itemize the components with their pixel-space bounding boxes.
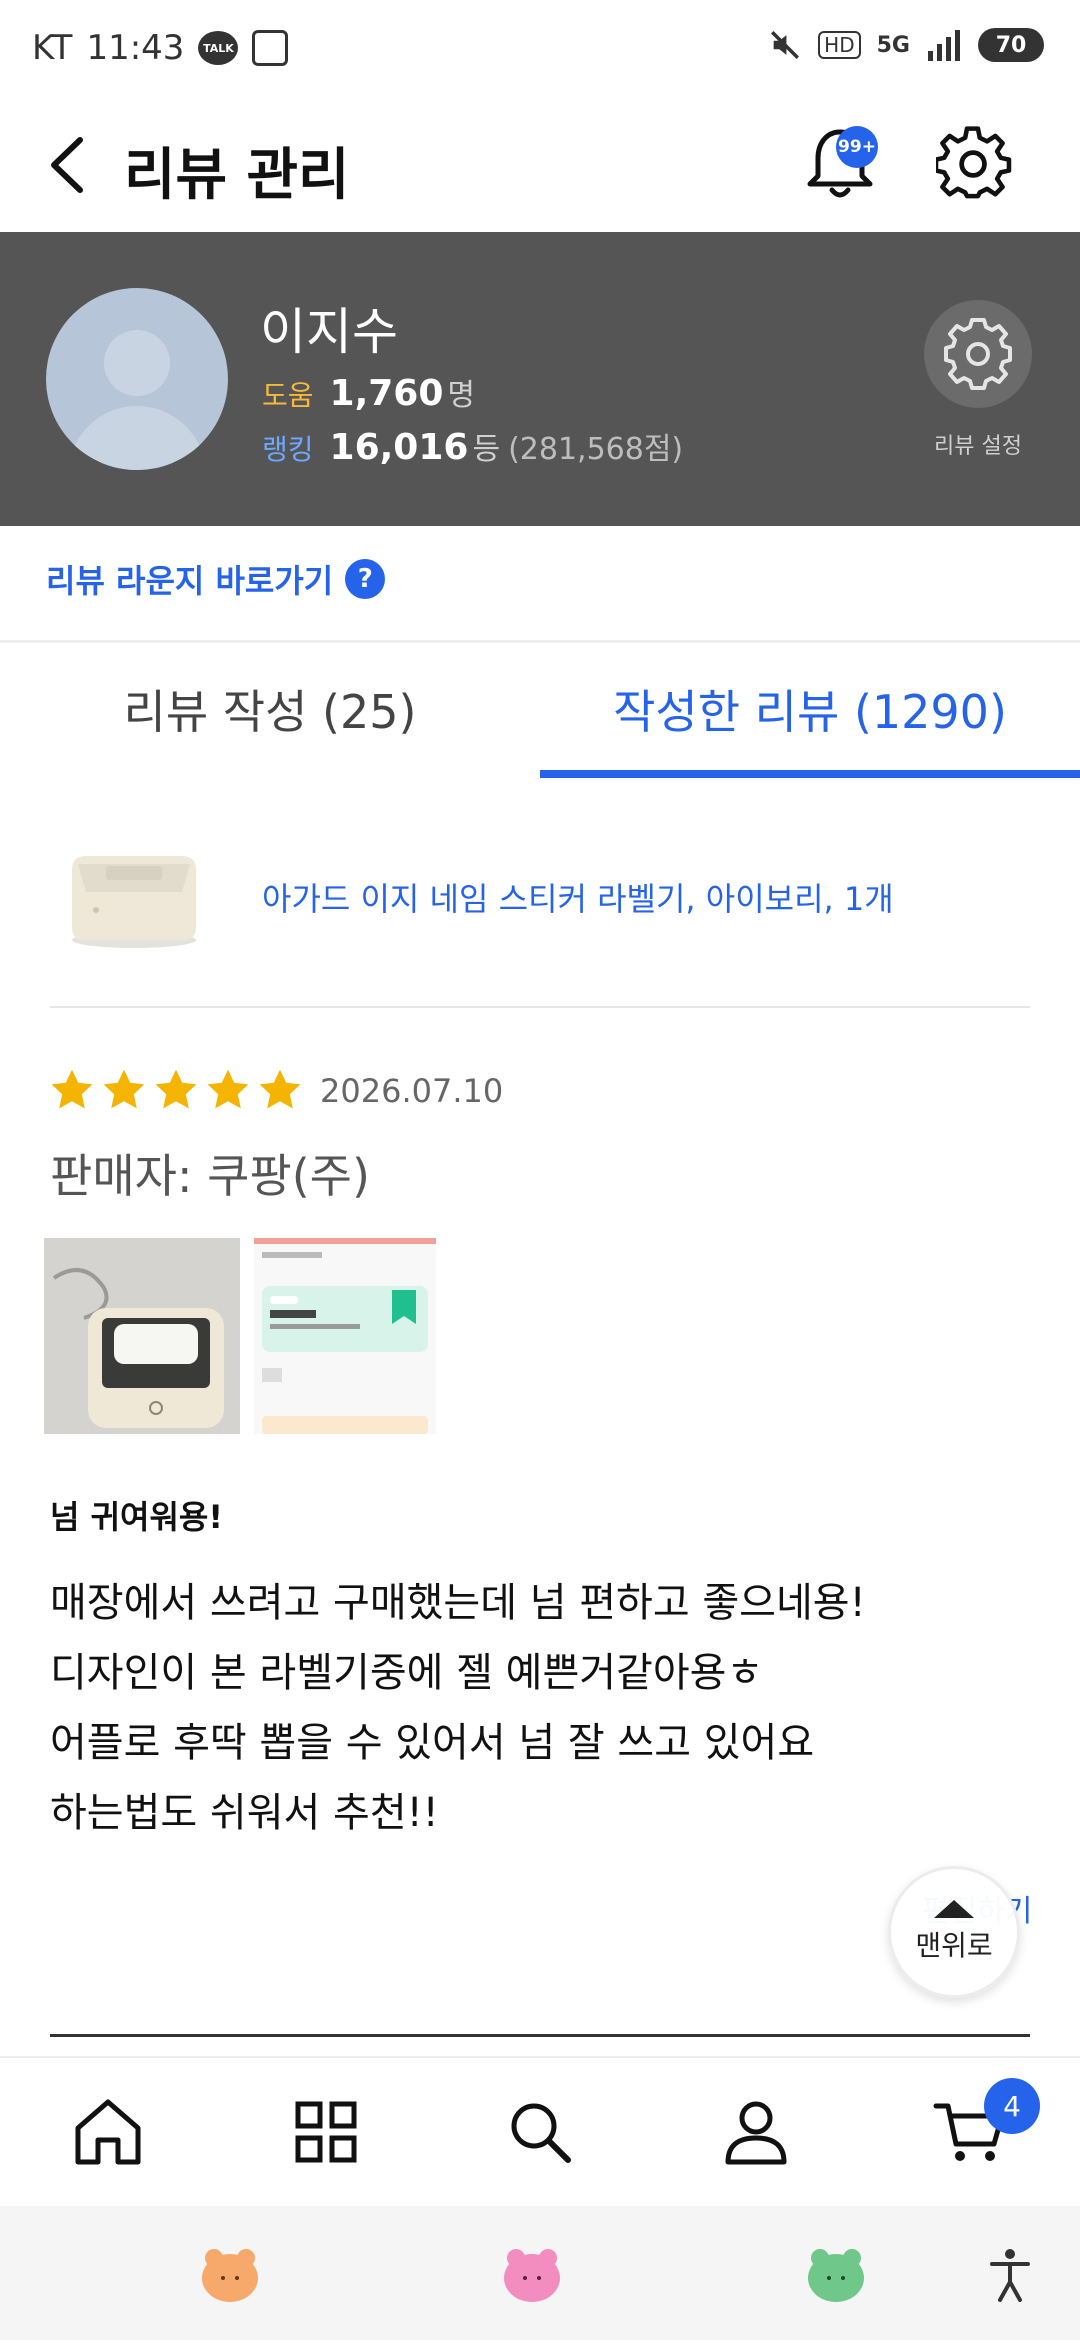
rank-value: 16,016 xyxy=(329,427,469,468)
review-end-divider xyxy=(50,2034,1030,2037)
hd-icon: HD xyxy=(818,31,861,59)
tab-written-reviews[interactable]: 작성한 리뷰 (1290) xyxy=(540,676,1080,742)
help-unit: 명 xyxy=(447,378,476,413)
help-question-icon[interactable]: ? xyxy=(345,559,386,599)
active-tab-indicator xyxy=(540,770,1080,778)
review-photo[interactable] xyxy=(254,1238,436,1434)
status-bar: KT 11:43 TALK HD 5G 70 xyxy=(0,0,1080,100)
clock-text: 11:43 xyxy=(86,28,185,68)
review-lounge-label[interactable]: 리뷰 라운지 바로가기 xyxy=(46,556,333,602)
avatar-body-shape xyxy=(68,406,206,470)
section-divider xyxy=(0,640,1080,643)
review-settings-label: 리뷰 설정 xyxy=(934,434,1022,459)
review-body-line: 디자인이 본 라벨기중에 젤 예쁜거같아용ㅎ xyxy=(50,1650,764,1696)
product-divider xyxy=(50,1006,1030,1008)
review-body: 매장에서 쓰려고 구매했는데 넘 편하고 좋으네용! 디자인이 본 라벨기중에 … xyxy=(50,1568,1010,1848)
star-icon xyxy=(51,1069,93,1109)
status-right: HD 5G 70 xyxy=(768,28,1044,62)
rank-label: 랭킹 xyxy=(262,433,314,466)
review-photo-app-screenshot xyxy=(254,1244,436,1434)
talk-notification-icon: TALK xyxy=(198,31,239,65)
status-left: KT 11:43 TALK xyxy=(32,28,289,68)
help-value: 1,760 xyxy=(329,373,444,414)
review-body-line: 매장에서 쓰려고 구매했는데 넘 편하고 좋으네용! xyxy=(50,1580,866,1626)
review-photo-printer-image xyxy=(44,1238,240,1434)
gear-icon xyxy=(944,318,1012,390)
system-navigation-bar xyxy=(0,2206,1080,2340)
review-lounge-link[interactable]: 리뷰 라운지 바로가기 ? xyxy=(46,556,386,602)
product-thumbnail[interactable] xyxy=(64,836,204,952)
battery-indicator: 70 xyxy=(978,28,1044,62)
categories-grid-icon[interactable] xyxy=(286,2092,366,2172)
review-settings-button[interactable] xyxy=(924,300,1032,408)
help-count-row: 도움 1,760 명 xyxy=(262,370,475,414)
help-label: 도움 xyxy=(262,379,314,412)
seller-name: 판매자: 쿠팡(주) xyxy=(50,1149,370,1203)
pink-bear-app-icon[interactable] xyxy=(500,2242,564,2306)
search-icon[interactable] xyxy=(500,2092,580,2172)
notification-badge: 99+ xyxy=(836,126,878,168)
ranking-row: 랭킹 16,016 등 (281,568점) xyxy=(262,424,683,468)
orange-bear-app-icon[interactable] xyxy=(198,2242,262,2306)
avatar-head-shape xyxy=(104,330,170,396)
my-account-icon[interactable] xyxy=(716,2092,796,2172)
signal-icon xyxy=(928,30,960,61)
green-bear-app-icon[interactable] xyxy=(804,2242,868,2306)
rank-unit: 등 xyxy=(472,432,501,467)
profile-section: 이지수 도움 1,760 명 랭킹 16,016 등 (281,568점) 리뷰… xyxy=(0,232,1080,526)
cart-count-badge: 4 xyxy=(984,2078,1040,2134)
network-5g-icon: 5G xyxy=(876,32,910,58)
settings-gear-icon[interactable] xyxy=(936,124,1012,204)
star-icon xyxy=(103,1069,145,1109)
back-arrow-icon[interactable] xyxy=(40,130,100,200)
review-photo[interactable] xyxy=(44,1238,240,1434)
product-name-link[interactable]: 아가드 이지 네임 스티커 라벨기, 아이보리, 1개 xyxy=(262,874,894,920)
scroll-to-top-button[interactable]: 맨위로 xyxy=(888,1866,1020,1998)
tab-write-review[interactable]: 리뷰 작성 (25) xyxy=(0,676,540,742)
review-title: 넘 귀여워용! xyxy=(50,1498,223,1536)
scroll-to-top-label: 맨위로 xyxy=(915,1929,993,1962)
review-date: 2026.07.10 xyxy=(320,1072,504,1110)
star-icon xyxy=(207,1069,249,1109)
page-title: 리뷰 관리 xyxy=(124,143,350,208)
bottom-navigation xyxy=(0,2056,1080,2206)
star-icon xyxy=(155,1069,197,1109)
avatar xyxy=(46,288,228,470)
home-icon[interactable] xyxy=(68,2092,148,2172)
star-rating xyxy=(48,1066,304,1114)
accessibility-icon[interactable] xyxy=(978,2242,1042,2306)
carrier-text: KT xyxy=(32,28,73,68)
review-body-line: 하는법도 쉬워서 추천!! xyxy=(50,1790,439,1836)
star-icon xyxy=(259,1069,301,1109)
app-header: 리뷰 관리 xyxy=(0,100,1080,232)
user-name: 이지수 xyxy=(260,303,398,361)
review-body-line: 어플로 후딱 뽑을 수 있어서 넘 잘 쓰고 있어요 xyxy=(50,1720,815,1766)
mute-icon xyxy=(771,30,800,60)
screenshot-icon xyxy=(252,30,289,66)
rank-points: (281,568점) xyxy=(508,432,684,467)
up-arrow-icon xyxy=(934,1900,974,1918)
